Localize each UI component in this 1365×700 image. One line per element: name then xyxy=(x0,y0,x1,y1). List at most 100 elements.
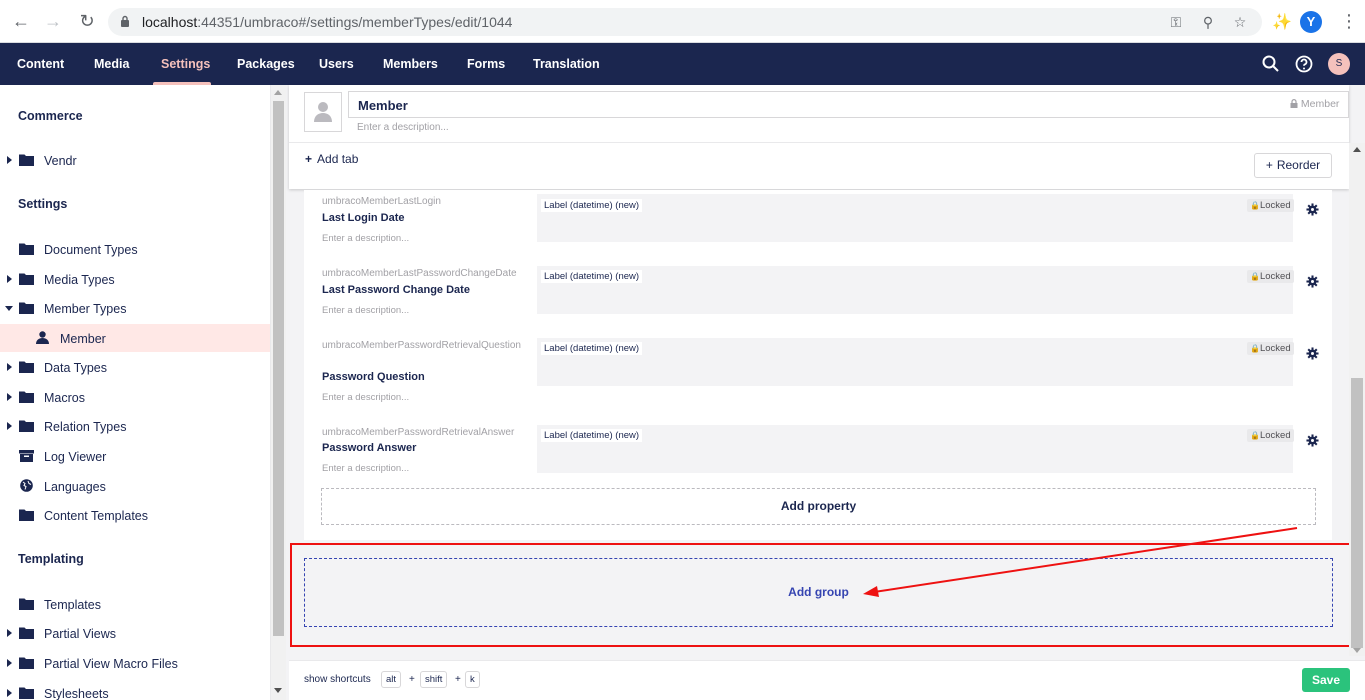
user-avatar[interactable]: S xyxy=(1328,53,1350,75)
tree-item-label: Templates xyxy=(44,598,101,612)
property-label[interactable]: Password Question xyxy=(322,371,425,383)
scroll-up-arrow-icon[interactable] xyxy=(274,90,282,95)
tree-item-partial-views[interactable]: Partial Views xyxy=(0,619,270,647)
section-packages[interactable]: Packages xyxy=(237,43,295,85)
tree-item-content-templates[interactable]: Content Templates xyxy=(0,501,270,529)
plus-separator: + xyxy=(409,674,415,685)
property-preview[interactable] xyxy=(537,194,1293,242)
url-text: localhost:44351/umbraco#/settings/member… xyxy=(142,14,512,30)
property-label[interactable]: Password Answer xyxy=(322,442,416,454)
help-icon[interactable] xyxy=(1294,54,1314,74)
tree-item-partial-view-macro-files[interactable]: Partial View Macro Files xyxy=(0,649,270,677)
tree-item-stylesheets[interactable]: Stylesheets xyxy=(0,679,270,700)
url-host: localhost xyxy=(142,14,198,30)
expand-arrow-icon[interactable] xyxy=(7,629,12,637)
gear-icon[interactable] xyxy=(1306,347,1319,360)
property-preview[interactable] xyxy=(537,338,1293,386)
tree-heading-commerce[interactable]: Commerce xyxy=(18,109,83,123)
section-forms[interactable]: Forms xyxy=(467,43,505,85)
tree-item-media-types[interactable]: Media Types xyxy=(0,265,270,293)
bookmark-star-icon[interactable]: ☆ xyxy=(1232,14,1248,30)
scroll-up-arrow-icon[interactable] xyxy=(1353,147,1361,152)
forward-icon[interactable]: → xyxy=(43,11,63,31)
tree-item-member-types[interactable]: Member Types xyxy=(0,294,270,322)
section-translation[interactable]: Translation xyxy=(533,43,600,85)
locked-badge: 🔒Locked xyxy=(1247,270,1294,283)
tree-scrollbar-thumb[interactable] xyxy=(273,101,284,636)
expand-arrow-icon[interactable] xyxy=(7,422,12,430)
property-editor-name: Label (datetime) (new) xyxy=(541,342,643,355)
folder-icon xyxy=(19,687,34,699)
property-description[interactable]: Enter a description... xyxy=(322,463,409,474)
save-button[interactable]: Save xyxy=(1302,668,1350,692)
zoom-icon[interactable]: ⚲ xyxy=(1200,14,1216,30)
back-icon[interactable]: ← xyxy=(11,11,31,31)
tree-item-relation-types[interactable]: Relation Types xyxy=(0,412,270,440)
property-label[interactable]: Last Login Date xyxy=(322,212,405,224)
property-description[interactable]: Enter a description... xyxy=(322,233,409,244)
expand-arrow-icon[interactable] xyxy=(7,156,12,164)
section-settings[interactable]: Settings xyxy=(161,43,210,85)
section-media[interactable]: Media xyxy=(94,43,129,85)
gear-icon[interactable] xyxy=(1306,275,1319,288)
locked-badge: 🔒Locked xyxy=(1247,429,1294,442)
address-bar[interactable]: localhost:44351/umbraco#/settings/member… xyxy=(108,8,1262,36)
property-description[interactable]: Enter a description... xyxy=(322,305,409,316)
description-field[interactable]: Enter a description... xyxy=(357,122,449,133)
expand-arrow-icon[interactable] xyxy=(7,393,12,401)
reload-icon[interactable]: ↻ xyxy=(77,11,97,31)
show-shortcuts-link[interactable]: show shortcuts xyxy=(304,674,371,685)
section-content[interactable]: Content xyxy=(17,43,64,85)
tree-item-label: Relation Types xyxy=(44,420,127,434)
gear-icon[interactable] xyxy=(1306,203,1319,216)
expand-arrow-icon[interactable] xyxy=(7,689,12,697)
kbd-shift: shift xyxy=(420,671,448,688)
expand-arrow-icon[interactable] xyxy=(7,363,12,371)
browser-menu-icon[interactable]: ⋮ xyxy=(1340,11,1358,31)
url-path: :44351/umbraco#/settings/memberTypes/edi… xyxy=(197,14,513,30)
add-tab-button[interactable]: + Add tab xyxy=(305,152,358,166)
tree-item-data-types[interactable]: Data Types xyxy=(0,353,270,381)
tree-item-templates[interactable]: Templates xyxy=(0,590,270,618)
tree-item-label: Stylesheets xyxy=(44,687,109,700)
section-members[interactable]: Members xyxy=(383,43,438,85)
scroll-down-arrow-icon[interactable] xyxy=(1353,648,1361,653)
browser-profile-avatar[interactable]: Y xyxy=(1300,11,1322,33)
add-property-button[interactable]: Add property xyxy=(321,488,1316,525)
tree-item-macros[interactable]: Macros xyxy=(0,383,270,411)
annotation-arrow-icon xyxy=(863,527,1298,597)
collapse-arrow-icon[interactable] xyxy=(5,306,13,311)
tree-item-document-types[interactable]: Document Types xyxy=(0,235,270,263)
reorder-button[interactable]: + Reorder xyxy=(1254,153,1332,178)
folder-icon xyxy=(19,627,34,639)
extensions-icon[interactable]: ✨ xyxy=(1272,12,1292,32)
tree-item-label: Media Types xyxy=(44,273,115,287)
doc-type-icon-picker[interactable] xyxy=(304,92,342,132)
expand-arrow-icon[interactable] xyxy=(7,659,12,667)
property-preview[interactable] xyxy=(537,425,1293,473)
expand-arrow-icon[interactable] xyxy=(7,275,12,283)
editor-scrollbar-thumb[interactable] xyxy=(1351,378,1363,648)
scroll-down-arrow-icon[interactable] xyxy=(274,688,282,693)
tree-heading-templating[interactable]: Templating xyxy=(18,552,84,566)
tree-item-vendr[interactable]: Vendr xyxy=(0,146,270,174)
property-description[interactable]: Enter a description... xyxy=(322,392,409,403)
tree-item-member[interactable]: Member xyxy=(0,324,270,352)
tree-item-languages[interactable]: Languages xyxy=(0,472,270,500)
alias-field[interactable]: Member xyxy=(1290,98,1339,110)
search-icon[interactable] xyxy=(1261,54,1281,74)
property-preview[interactable] xyxy=(537,266,1293,314)
tree-heading-settings[interactable]: Settings xyxy=(18,197,67,211)
kbd-alt: alt xyxy=(381,671,402,688)
locked-badge: 🔒Locked xyxy=(1247,342,1294,355)
tree-item-log-viewer[interactable]: Log Viewer xyxy=(0,442,270,470)
gear-icon[interactable] xyxy=(1306,434,1319,447)
section-users[interactable]: Users xyxy=(319,43,354,85)
name-field[interactable] xyxy=(348,91,1349,118)
tree-item-label: Content Templates xyxy=(44,509,148,523)
reorder-label: Reorder xyxy=(1276,158,1321,172)
property-label[interactable]: Last Password Change Date xyxy=(322,284,470,296)
property-editor-name: Label (datetime) (new) xyxy=(541,270,643,283)
folder-icon xyxy=(19,154,34,166)
key-icon[interactable]: ⚿ xyxy=(1168,14,1184,30)
